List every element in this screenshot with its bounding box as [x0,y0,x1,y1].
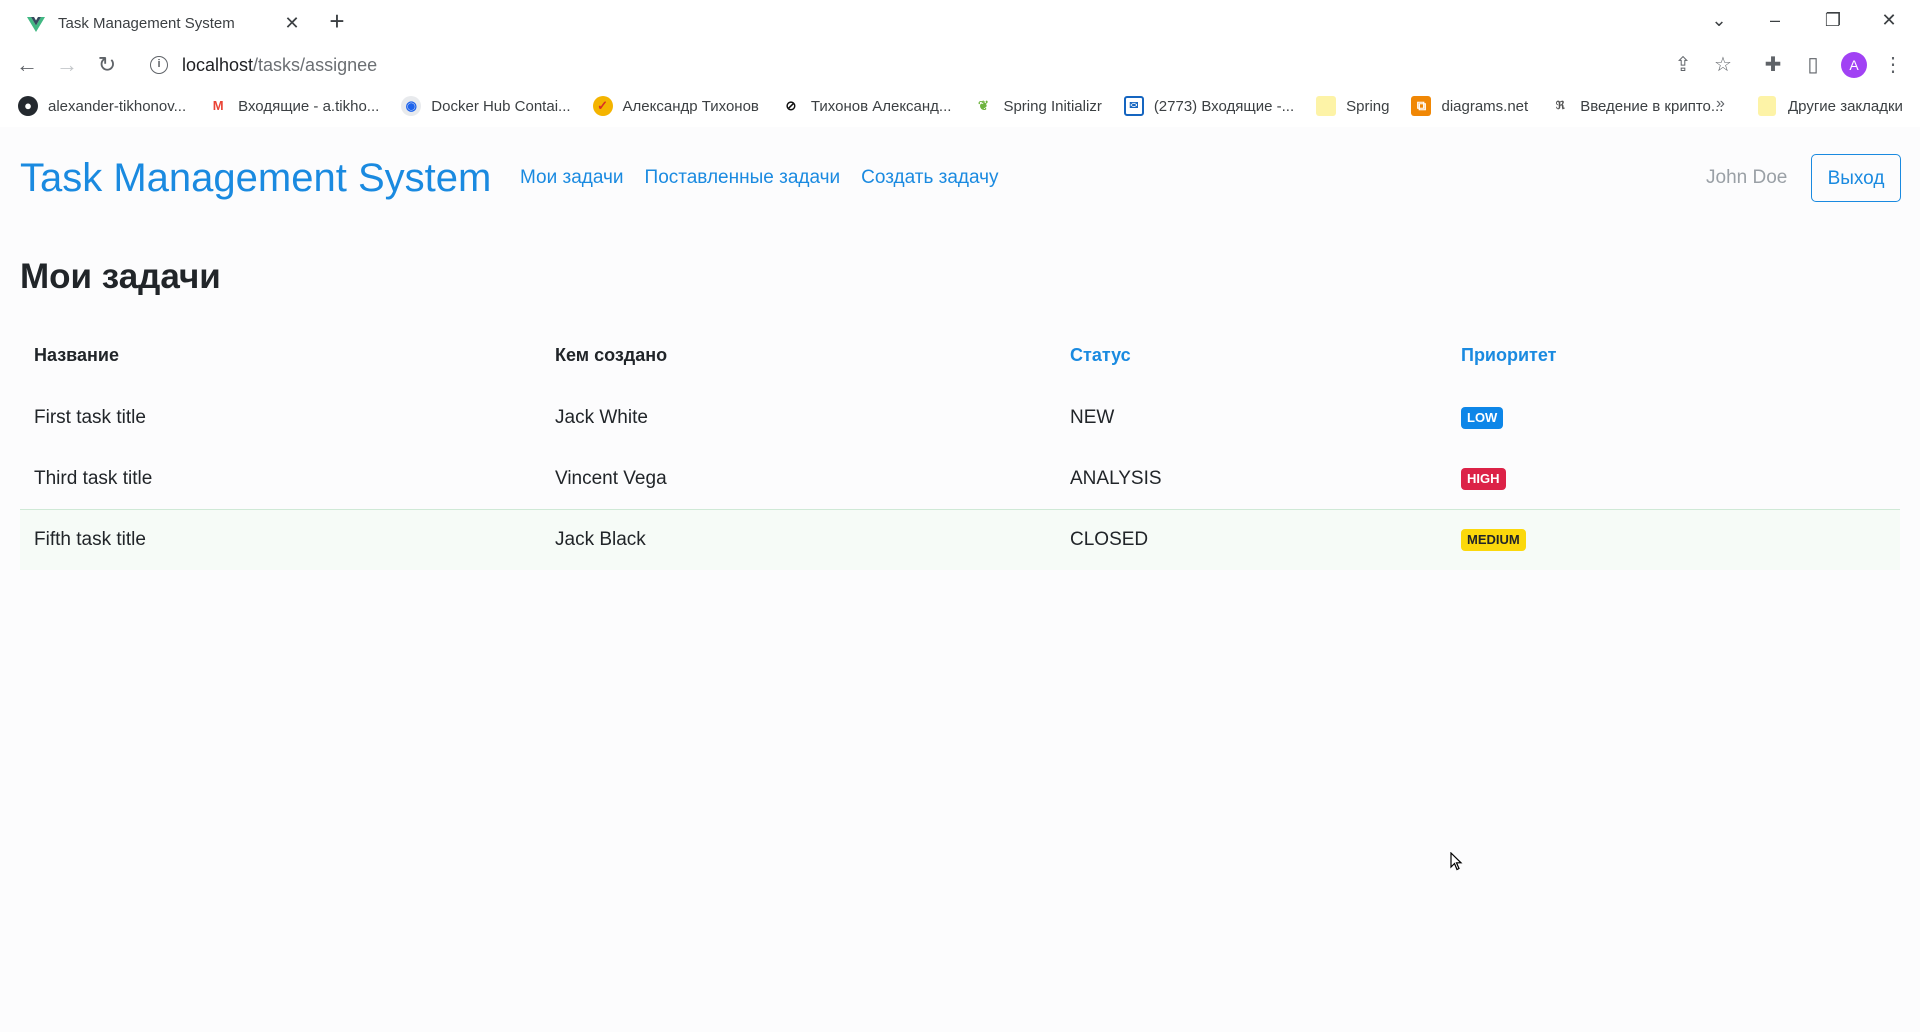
bookmark-item[interactable]: ● alexander-tikhonov... [18,96,186,116]
profile-avatar[interactable]: A [1841,52,1867,78]
bookmark-label: diagrams.net [1441,97,1529,115]
url-path: /tasks/assignee [253,54,378,75]
nav-assigned-tasks[interactable]: Поставленные задачи [645,167,841,189]
url-host: localhost [182,54,254,75]
task-status: CLOSED [1070,529,1149,550]
hh-icon: ⊘ [785,98,797,113]
other-bookmarks-label: Другие закладки [1788,97,1903,115]
bookmark-label: Введение в крипто... [1580,97,1724,115]
bookmarks-bar: ● alexander-tikhonov... M Входящие - a.t… [0,88,1920,124]
bookmark-item[interactable]: ℜ Введение в крипто... [1550,96,1724,116]
folder-icon [1758,96,1776,116]
address-bar[interactable]: i localhost/tasks/assignee [138,48,1658,82]
nav-create-task[interactable]: Создать задачу [861,167,998,189]
bookmark-item[interactable]: M Входящие - a.tikho... [208,96,380,116]
bookmark-item[interactable]: ✓ Александр Тихонов [592,96,759,116]
site-info-icon[interactable]: i [150,56,168,74]
bookmark-item[interactable]: Spring [1316,96,1389,116]
priority-badge: MEDIUM [1461,529,1526,551]
bookmark-star-icon[interactable]: ☆ [1708,50,1738,80]
task-created-by: Vincent Vega [555,467,667,489]
task-status: NEW [1070,406,1115,428]
tab-title: Task Management System [58,15,235,32]
drawio-icon: ⧉ [1411,96,1432,116]
bookmark-item[interactable]: ◉ Docker Hub Contai... [401,96,571,116]
header-priority-sort[interactable]: Приоритет [1461,323,1556,387]
minimize-icon[interactable]: – [1752,4,1798,36]
task-name: Third task title [34,467,153,489]
table-row[interactable]: Third task title Vincent Vega ANALYSIS H… [20,448,1900,509]
nav-my-tasks[interactable]: Мои задачи [520,167,624,189]
task-priority-cell: MEDIUM [1461,510,1526,570]
folder-icon [1316,96,1337,116]
gmail-icon: M [212,98,224,113]
app-navbar: Task Management System Мои задачи Постав… [20,147,1901,209]
bookmark-label: Александр Тихонов [622,97,759,115]
header-created-by: Кем создано [555,344,668,365]
bookmark-item[interactable]: ✉ (2773) Входящие -... [1123,96,1295,116]
nav-links: Мои задачи Поставленные задачи Создать з… [520,147,1020,209]
priority-badge: LOW [1461,406,1504,429]
tab-search-icon[interactable]: ⌄ [1696,4,1742,36]
close-window-icon[interactable]: ✕ [1866,4,1912,36]
task-priority-cell: LOW [1461,387,1504,448]
vue-icon [27,16,45,32]
task-name: First task title [34,406,146,428]
bookmark-label: Docker Hub Contai... [431,97,571,115]
table-row[interactable]: Fifth task title Jack Black CLOSED MEDIU… [20,509,1900,570]
browser-chrome: Task Management System ✕ + ⌄ – ❐ ✕ ← → ↻… [0,0,1920,127]
forward-icon[interactable]: → [52,50,82,80]
mouse-cursor-icon [1450,852,1463,871]
bookmark-label: Spring Initializr [1003,97,1102,115]
back-icon[interactable]: ← [12,50,42,80]
priority-badge: HIGH [1461,467,1506,490]
menu-icon[interactable]: ⋮ [1878,50,1908,80]
tasks-table: Название Кем создано Статус Приоритет Fi… [20,323,1900,570]
task-name: Fifth task title [34,529,146,550]
bookmark-item[interactable]: ⧉ diagrams.net [1411,96,1528,116]
bookmark-label: alexander-tikhonov... [48,97,187,115]
tab-strip: Task Management System ✕ + ⌄ – ❐ ✕ [0,0,1920,42]
brand-link[interactable]: Task Management System [20,147,491,209]
share-icon[interactable]: ⇪ [1668,50,1698,80]
app-page: Task Management System Мои задачи Постав… [0,127,1920,1032]
table-row[interactable]: First task title Jack White NEW LOW [20,387,1900,448]
mail-icon: ✉ [1123,96,1144,116]
docker-icon: ◉ [401,96,422,116]
profile-icon: ✓ [592,96,613,116]
task-status: ANALYSIS [1070,467,1162,489]
header-status-sort[interactable]: Статус [1070,323,1131,387]
task-created-by: Jack White [555,406,648,428]
crypto-icon: ℜ [1555,100,1565,112]
side-panel-icon[interactable]: ▯ [1798,50,1828,80]
current-user-name: John Doe [1706,167,1788,188]
extensions-icon[interactable]: ✚ [1758,50,1788,80]
task-created-by: Jack Black [555,529,646,550]
reload-icon[interactable]: ↻ [92,50,122,80]
restore-icon[interactable]: ❐ [1810,4,1856,36]
header-name: Название [34,344,119,365]
spring-icon: ❦ [977,98,989,113]
tab-close-icon[interactable]: ✕ [282,13,302,34]
browser-tab[interactable]: Task Management System ✕ [14,5,314,42]
bookmark-label: Тихонов Александ... [810,97,952,115]
browser-toolbar: ← → ↻ i localhost/tasks/assignee ⇪ ☆ ✚ ▯… [0,42,1920,88]
bookmark-label: (2773) Входящие -... [1153,97,1295,115]
bookmark-label: Spring [1346,97,1390,115]
other-bookmarks[interactable]: Другие закладки [1758,88,1903,124]
table-header-row: Название Кем создано Статус Приоритет [20,323,1900,387]
new-tab-icon[interactable]: + [322,6,352,36]
page-title: Мои задачи [20,257,221,296]
bookmark-label: Входящие - a.tikho... [238,97,380,115]
task-priority-cell: HIGH [1461,448,1506,509]
bookmarks-overflow-icon[interactable]: » [1716,95,1725,113]
bookmark-item[interactable]: ❦ Spring Initializr [973,96,1102,116]
github-icon: ● [18,96,38,116]
logout-button[interactable]: Выход [1811,154,1901,202]
bookmark-item[interactable]: ⊘ Тихонов Александ... [781,96,952,116]
